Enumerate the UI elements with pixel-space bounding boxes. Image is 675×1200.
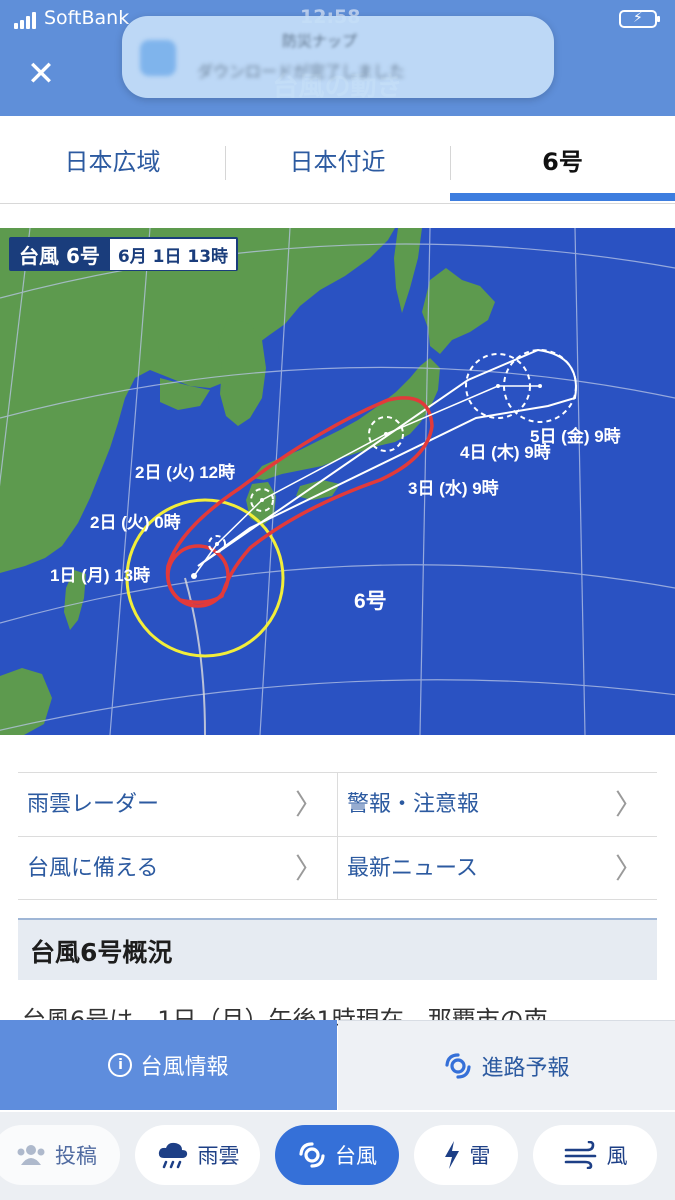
path-forecast-button[interactable]: 進路予報 — [338, 1020, 675, 1110]
nav-post-label: 投稿 — [55, 1144, 97, 1168]
status-left: SoftBank — [14, 7, 129, 29]
tab-japan-wide[interactable]: 日本広域 — [0, 116, 225, 204]
badge-typhoon-name: 台風 6号 — [19, 243, 100, 268]
chevron-right-icon: 〉 — [294, 788, 323, 821]
typhoon-badge: 台風 6号 6月 1日 13時 — [9, 237, 239, 271]
people-icon — [17, 1145, 45, 1165]
section-header: 台風6号概況 — [18, 918, 657, 980]
notification-message: ダウンロードが完了しました — [197, 62, 406, 81]
app-icon — [140, 40, 176, 76]
typhoon-icon — [445, 1052, 472, 1079]
nav-post[interactable]: 投稿 — [0, 1125, 120, 1185]
battery-icon: ⚡ — [619, 10, 660, 28]
badge-observation-time: 6月 1日 13時 — [109, 238, 237, 270]
rain-cloud-icon — [158, 1142, 187, 1169]
info-segment-control: i 台風情報 進路予報 — [0, 1020, 675, 1112]
typhoon-info-button[interactable]: i 台風情報 — [0, 1020, 337, 1110]
link-rain-radar[interactable]: 雨雲レーダー 〉 — [18, 773, 337, 836]
nav-wind[interactable]: 風 — [533, 1125, 657, 1185]
label-day3: 3日 (水) 9時 — [408, 478, 499, 498]
label-day2-12h: 2日 (火) 12時 — [135, 462, 235, 482]
quick-links: 雨雲レーダー 〉 警報・注意報 〉 台風に備える 〉 最新ニュース 〉 — [18, 772, 657, 900]
section-title: 台風6号概況 — [30, 938, 173, 967]
typhoon-icon — [299, 1142, 325, 1168]
link-label: 台風に備える — [27, 856, 159, 881]
link-label: 最新ニュース — [347, 856, 478, 881]
region-tabs: 日本広域 日本付近 6号 — [0, 116, 675, 204]
nav-typhoon[interactable]: 台風 — [275, 1125, 399, 1185]
nav-rain-cloud[interactable]: 雨雲 — [135, 1125, 260, 1185]
nav-typhoon-label: 台風 — [335, 1144, 377, 1168]
tab-near-japan[interactable]: 日本付近 — [225, 116, 450, 204]
link-latest-news[interactable]: 最新ニュース 〉 — [338, 837, 657, 900]
wind-icon — [564, 1141, 596, 1169]
link-label: 警報・注意報 — [347, 792, 480, 817]
typhoon-track-map[interactable]: 1日 (月) 13時 2日 (火) 0時 2日 (火) 12時 3日 (水) 9… — [0, 228, 675, 735]
chevron-right-icon: 〉 — [614, 852, 643, 885]
bottom-navigation: 投稿 雨雲 台風 雷 風 — [0, 1112, 675, 1200]
chevron-right-icon: 〉 — [614, 788, 643, 821]
tab-typhoon-6[interactable]: 6号 — [450, 116, 675, 204]
map-canvas: 1日 (月) 13時 2日 (火) 0時 2日 (火) 12時 3日 (水) 9… — [0, 228, 675, 735]
chevron-right-icon: 〉 — [294, 852, 323, 885]
selected-tab-indicator — [450, 193, 675, 201]
signal-icon — [14, 11, 36, 29]
typhoon-number-label: 6号 — [354, 590, 387, 613]
info-icon: i — [108, 1053, 133, 1077]
label-day1: 1日 (月) 13時 — [50, 565, 150, 585]
notification-title: 防災ナップ — [282, 32, 358, 50]
lightning-icon — [444, 1141, 459, 1169]
link-label: 雨雲レーダー — [27, 792, 160, 817]
label-day2-0h: 2日 (火) 0時 — [90, 512, 181, 532]
carrier-name: SoftBank — [44, 7, 130, 29]
nav-rain-label: 雨雲 — [197, 1144, 240, 1168]
link-warnings[interactable]: 警報・注意報 〉 — [338, 773, 657, 836]
nav-lightning-label: 雷 — [469, 1144, 491, 1168]
nav-lightning[interactable]: 雷 — [414, 1125, 518, 1185]
notification-banner[interactable]: 防災ナップ ダウンロードが完了しました — [122, 16, 554, 98]
path-forecast-label: 進路予報 — [481, 1055, 570, 1081]
typhoon-info-label: 台風情報 — [140, 1055, 229, 1080]
label-day5: 5日 (金) 9時 — [530, 426, 621, 446]
link-typhoon-prep[interactable]: 台風に備える 〉 — [18, 837, 337, 900]
nav-wind-label: 風 — [606, 1144, 628, 1168]
